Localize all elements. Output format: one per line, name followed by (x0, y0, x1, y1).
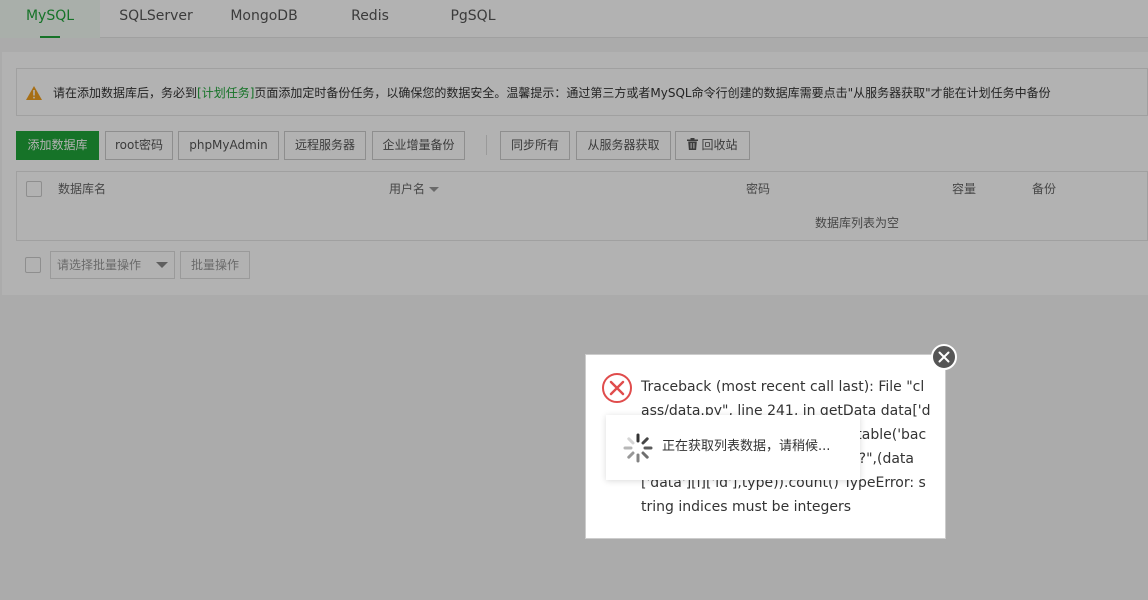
loading-toast: 正在获取列表数据，请稍候... (606, 415, 860, 480)
modal-overlay[interactable] (0, 0, 1148, 600)
loading-spinner-icon (623, 433, 653, 463)
loading-text: 正在获取列表数据，请稍候... (662, 439, 831, 454)
error-icon (602, 373, 632, 403)
close-dialog-button[interactable] (931, 344, 957, 370)
close-icon (938, 351, 950, 363)
